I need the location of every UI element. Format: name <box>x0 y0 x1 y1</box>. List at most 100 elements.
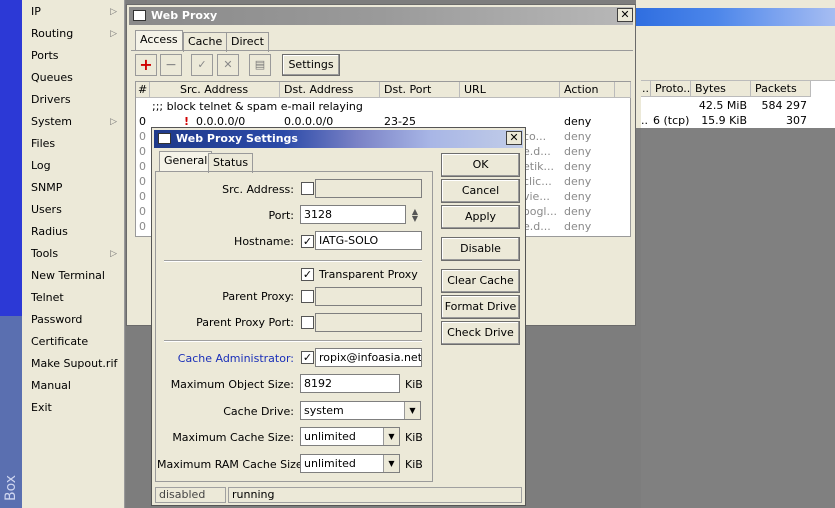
menu-item[interactable]: Routing ▷ <box>22 23 125 45</box>
parent-proxy-checkbox[interactable] <box>301 290 314 303</box>
hostname-field[interactable]: IATG-SOLO <box>315 231 422 250</box>
apply-button[interactable]: Apply <box>441 205 520 229</box>
comment-button[interactable]: ▤ <box>249 54 271 76</box>
menu-item[interactable]: Radius <box>22 221 125 243</box>
menu-item[interactable]: Tools ▷ <box>22 243 125 265</box>
col-header-packets[interactable]: Packets <box>751 81 811 97</box>
max-cache-size-select[interactable]: unlimited ▼ <box>300 427 400 446</box>
menu-item[interactable]: Password <box>22 309 125 331</box>
src-address-checkbox[interactable] <box>301 182 314 195</box>
col-header-dots[interactable]: .. <box>641 81 651 97</box>
menu-item-label: Drivers <box>31 93 71 106</box>
menu-item[interactable]: Ports <box>22 45 125 67</box>
menu-item-label: IP <box>31 5 41 18</box>
chevron-right-icon: ▷ <box>110 249 117 259</box>
menu-item-label: Certificate <box>31 335 89 348</box>
menu-item[interactable]: IP ▷ <box>22 1 125 23</box>
chevron-right-icon: ▷ <box>110 117 117 127</box>
enable-button[interactable]: ✓ <box>191 54 213 76</box>
tab-general[interactable]: General <box>159 151 213 171</box>
comment-row[interactable]: ;;; block telnet & spam e-mail relaying <box>152 99 452 114</box>
port-spinner-icon[interactable]: ▲ ▼ <box>409 208 421 223</box>
hostname-label: Hostname: <box>234 235 294 248</box>
ok-button[interactable]: OK <box>441 153 520 177</box>
disable-button[interactable]: ✕ <box>217 54 239 76</box>
chevron-down-icon[interactable]: ▼ <box>404 402 420 419</box>
web-proxy-titlebar[interactable]: Web Proxy <box>129 7 633 25</box>
tab-cache[interactable]: Cache <box>183 32 228 52</box>
disable-button[interactable]: Disable <box>441 237 520 261</box>
menu-item[interactable]: Exit <box>22 397 125 419</box>
menu-item[interactable]: Manual <box>22 375 125 397</box>
menu-item[interactable]: Certificate <box>22 331 125 353</box>
rule-num: 0 <box>139 190 146 203</box>
rule-num: 0 <box>139 160 146 173</box>
add-button[interactable]: + <box>135 54 157 76</box>
max-object-size-field[interactable]: 8192 <box>300 374 400 393</box>
menu-item[interactable]: System ▷ <box>22 111 125 133</box>
menu-item[interactable]: Make Supout.rif <box>22 353 125 375</box>
col-header-bytes[interactable]: Bytes <box>691 81 751 97</box>
menu-item[interactable]: Telnet <box>22 287 125 309</box>
parent-proxy-field[interactable] <box>315 287 422 306</box>
hostname-checkbox[interactable]: ✓ <box>301 235 314 248</box>
parent-proxy-port-checkbox[interactable] <box>301 316 314 329</box>
menu-item[interactable]: Queues <box>22 67 125 89</box>
rule-num: 0 <box>139 175 146 188</box>
rule-action: deny <box>564 130 592 143</box>
src-address-field[interactable] <box>315 179 422 198</box>
transparent-proxy-label: Transparent Proxy <box>319 268 418 281</box>
menu-item-label: Manual <box>31 379 71 392</box>
max-object-size-label: Maximum Object Size: <box>170 378 294 391</box>
col-header-src-address[interactable]: Src. Address <box>150 82 280 98</box>
rule-num: 0 <box>139 130 146 143</box>
format-drive-button[interactable]: Format Drive <box>441 295 520 319</box>
row2-packets: 307 <box>786 114 807 127</box>
cache-admin-checkbox[interactable]: ✓ <box>301 351 314 364</box>
settings-close-button[interactable]: ✕ <box>506 131 522 145</box>
rule-action: deny <box>564 190 592 203</box>
col-header-url[interactable]: URL <box>460 82 560 98</box>
col-header-dst-address[interactable]: Dst. Address <box>280 82 380 98</box>
max-cache-size-label: Maximum Cache Size: <box>172 431 294 444</box>
cache-drive-select[interactable]: system ▼ <box>300 401 421 420</box>
col-header-num[interactable]: # <box>136 82 150 98</box>
tab-status[interactable]: Status <box>208 153 254 173</box>
transparent-proxy-checkbox[interactable]: ✓ <box>301 268 314 281</box>
max-ram-cache-size-select[interactable]: unlimited ▼ <box>300 454 400 473</box>
remove-button[interactable]: − <box>160 54 182 76</box>
cache-admin-field[interactable]: ropix@infoasia.net <box>315 348 422 367</box>
rule-num: 0 <box>139 205 146 218</box>
menu-item[interactable]: SNMP <box>22 177 125 199</box>
menu-item[interactable]: New Terminal <box>22 265 125 287</box>
col-header-action[interactable]: Action <box>560 82 615 98</box>
chevron-down-icon[interactable]: ▼ <box>383 455 399 472</box>
check-drive-button[interactable]: Check Drive <box>441 321 520 345</box>
menu-item-label: Files <box>31 137 56 150</box>
tab-direct[interactable]: Direct <box>226 32 269 52</box>
menu-item[interactable]: Files <box>22 133 125 155</box>
settings-button[interactable]: Settings <box>282 54 340 76</box>
settings-title: Web Proxy Settings <box>176 132 298 145</box>
max-object-size-unit: KiB <box>405 378 423 391</box>
rule-action: deny <box>564 145 592 158</box>
window-icon <box>133 10 146 21</box>
tab-access[interactable]: Access <box>135 30 183 50</box>
menu-item[interactable]: Users <box>22 199 125 221</box>
chevron-down-icon[interactable]: ▼ <box>383 428 399 445</box>
port-field[interactable]: 3128 <box>300 205 406 224</box>
close-button[interactable]: ✕ <box>617 8 633 22</box>
max-ram-cache-size-unit: KiB <box>405 458 423 471</box>
parent-proxy-port-field[interactable] <box>315 313 422 332</box>
brand-label: Box <box>3 474 19 501</box>
col-header-dst-port[interactable]: Dst. Port <box>380 82 460 98</box>
col-header-proto[interactable]: Proto... <box>651 81 691 97</box>
cancel-button[interactable]: Cancel <box>441 179 520 203</box>
parent-proxy-port-label: Parent Proxy Port: <box>196 316 294 329</box>
menu-item[interactable]: Log <box>22 155 125 177</box>
settings-titlebar[interactable]: Web Proxy Settings <box>154 130 523 148</box>
chevron-right-icon: ▷ <box>110 29 117 39</box>
menu-item-label: Make Supout.rif <box>31 357 118 370</box>
clear-cache-button[interactable]: Clear Cache <box>441 269 520 293</box>
menu-item[interactable]: Drivers <box>22 89 125 111</box>
